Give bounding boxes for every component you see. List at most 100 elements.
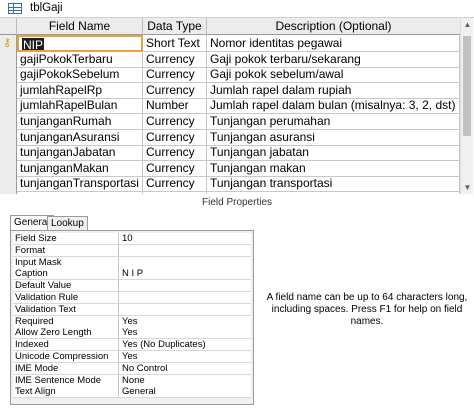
property-row[interactable]: Default Value <box>13 280 251 293</box>
description-cell[interactable]: Tunjangan makan <box>207 159 460 177</box>
property-row[interactable]: Validation Rule <box>13 292 251 304</box>
description-cell[interactable]: Gaji pokok sebelum/awal <box>207 66 460 84</box>
field-name-cell[interactable]: tunjanganPajak <box>17 191 143 194</box>
property-value[interactable]: Yes (No Duplicates) <box>119 339 251 352</box>
tab-lookup[interactable]: Lookup <box>47 216 88 230</box>
property-value[interactable] <box>119 303 251 316</box>
property-row[interactable]: Indexed Yes (No Duplicates) <box>13 339 251 352</box>
description-cell[interactable]: Nomor identitas pegawai <box>207 35 460 52</box>
property-row[interactable]: Unicode Compression Yes <box>13 351 251 363</box>
property-list: Field Size 10 Format Input Mask Caption N I P… <box>10 230 254 405</box>
field-name-text: tunjanganAsuransi <box>20 129 120 144</box>
data-type-cell[interactable]: Currency <box>143 66 207 84</box>
property-row[interactable]: IME Sentence Mode None <box>13 374 251 387</box>
field-name-cell[interactable]: NIP <box>17 35 143 52</box>
field-name-text: tunjanganJabatan <box>20 145 116 160</box>
property-row[interactable]: Input Mask <box>13 256 251 269</box>
grid-header: Field Name Data Type Description (Option… <box>0 18 460 35</box>
field-row[interactable]: tunjanganTransportasi Currency Tunjangan t… <box>0 175 460 193</box>
field-row[interactable]: tunjanganRumah Currency Tunjangan perumaha… <box>0 113 460 130</box>
property-row[interactable]: Field Size 10 <box>13 233 251 245</box>
row-selector[interactable] <box>0 159 17 177</box>
row-selector[interactable]: ⚷ <box>0 35 17 52</box>
field-row[interactable]: gajiPokokTerbaru Currency Gaji pokok terba… <box>0 50 460 68</box>
field-name-cell[interactable]: jumlahRapelRp <box>17 81 143 99</box>
property-value[interactable]: 10 <box>119 233 251 245</box>
property-value[interactable]: No Control <box>119 362 251 375</box>
property-row[interactable]: Allow Zero Length Yes <box>13 327 251 340</box>
field-row[interactable]: gajiPokokSebelum Currency Gaji pokok sebel… <box>0 66 460 84</box>
field-name-cell[interactable]: jumlahRapelBulan <box>17 97 143 115</box>
property-value[interactable] <box>119 280 251 293</box>
field-name-cell[interactable]: gajiPokokTerbaru <box>17 50 143 68</box>
property-value[interactable]: Yes <box>119 315 251 328</box>
field-name-cell[interactable]: gajiPokokSebelum <box>17 66 143 84</box>
property-row[interactable]: Validation Text <box>13 303 251 316</box>
property-row[interactable]: Caption N I P <box>13 268 251 281</box>
property-value[interactable] <box>119 292 251 304</box>
description-cell[interactable]: Gaji pokok terbaru/sekarang <box>207 50 460 68</box>
row-selector[interactable] <box>0 113 17 130</box>
data-type-cell[interactable]: Currency <box>143 81 207 99</box>
header-data-type: Data Type <box>143 18 207 35</box>
field-name-text: jumlahRapelBulan <box>20 98 118 113</box>
row-selector[interactable] <box>0 128 17 146</box>
property-value[interactable]: None <box>119 374 251 387</box>
data-type-cell[interactable]: Currency <box>143 113 207 130</box>
data-type-cell[interactable]: Currency <box>143 144 207 162</box>
row-selector[interactable] <box>0 97 17 115</box>
row-selector[interactable] <box>0 81 17 99</box>
property-row[interactable]: Text Align General <box>13 386 251 399</box>
property-row[interactable]: Format <box>13 244 251 257</box>
row-selector[interactable] <box>0 144 17 162</box>
property-value[interactable]: N I P <box>119 268 251 281</box>
field-row[interactable]: tunjanganJabatan Currency Tunjangan jabata… <box>0 144 460 162</box>
field-row[interactable]: ⚷ NIP Short Text Nomor identitas pegawai <box>0 35 460 52</box>
property-row[interactable]: Required Yes <box>13 315 251 328</box>
property-value[interactable] <box>119 244 251 257</box>
property-value[interactable]: General <box>119 386 251 399</box>
field-row[interactable]: jumlahRapelBulan Number Jumlah rapel dalam… <box>0 97 460 115</box>
field-row[interactable]: tunjanganMakan Currency Tunjangan makan <box>0 159 460 177</box>
property-value[interactable]: Yes <box>119 351 251 363</box>
field-name-cell[interactable]: tunjanganRumah <box>17 113 143 130</box>
property-value[interactable] <box>119 256 251 269</box>
description-cell[interactable]: Tunjangan transportasi <box>207 175 460 193</box>
field-name-cell[interactable]: tunjanganJabatan <box>17 144 143 162</box>
property-row[interactable]: IME Mode No Control <box>13 362 251 375</box>
description-cell[interactable]: Tunjangan perumahan <box>207 113 460 130</box>
property-name: Text Align <box>13 386 119 399</box>
row-selector[interactable] <box>0 191 17 194</box>
row-selector[interactable] <box>0 50 17 68</box>
property-name: Unicode Compression <box>13 351 119 363</box>
row-selector[interactable] <box>0 66 17 84</box>
field-row[interactable]: tunjanganAsuransi Currency Tunjangan asura… <box>0 128 460 146</box>
field-name-text: gajiPokokTerbaru <box>20 51 113 66</box>
data-type-cell[interactable]: Short Text <box>143 35 207 52</box>
property-name: Caption <box>13 268 119 281</box>
property-value[interactable]: Yes <box>119 327 251 340</box>
property-name: Input Mask <box>13 256 119 269</box>
scroll-up-arrow-icon[interactable]: ▲ <box>461 18 474 31</box>
scroll-down-arrow-icon[interactable]: ▼ <box>461 181 474 194</box>
data-type-cell[interactable]: Number <box>143 97 207 115</box>
field-row[interactable]: tunjanganPajak CurrencyTunjangan pajak <box>0 191 460 194</box>
description-cell[interactable]: Jumlah rapel dalam rupiah <box>207 81 460 99</box>
description-cell[interactable]: Tunjangan asuransi <box>207 128 460 146</box>
field-name-cell[interactable]: tunjanganAsuransi <box>17 128 143 146</box>
table-tab[interactable]: tblGaji <box>0 0 474 18</box>
grid-vertical-scrollbar[interactable]: ▲ ▼ <box>460 18 473 194</box>
data-type-cell[interactable]: Currency <box>143 175 207 193</box>
data-type-cell[interactable]: Currency <box>143 191 207 194</box>
description-cell[interactable]: Tunjangan jabatan <box>207 144 460 162</box>
description-cell[interactable]: Tunjangan pajak <box>207 191 460 194</box>
field-row[interactable]: jumlahRapelRp Currency Jumlah rapel dalam … <box>0 81 460 99</box>
row-selector[interactable] <box>0 175 17 193</box>
data-type-cell[interactable]: Currency <box>143 128 207 146</box>
field-name-cell[interactable]: tunjanganMakan <box>17 159 143 177</box>
data-type-cell[interactable]: Currency <box>143 50 207 68</box>
scroll-thumb[interactable] <box>463 36 471 136</box>
description-cell[interactable]: Jumlah rapel dalam bulan (misalnya: 3, 2… <box>207 97 460 115</box>
data-type-cell[interactable]: Currency <box>143 159 207 177</box>
field-name-cell[interactable]: tunjanganTransportasi <box>17 175 143 193</box>
